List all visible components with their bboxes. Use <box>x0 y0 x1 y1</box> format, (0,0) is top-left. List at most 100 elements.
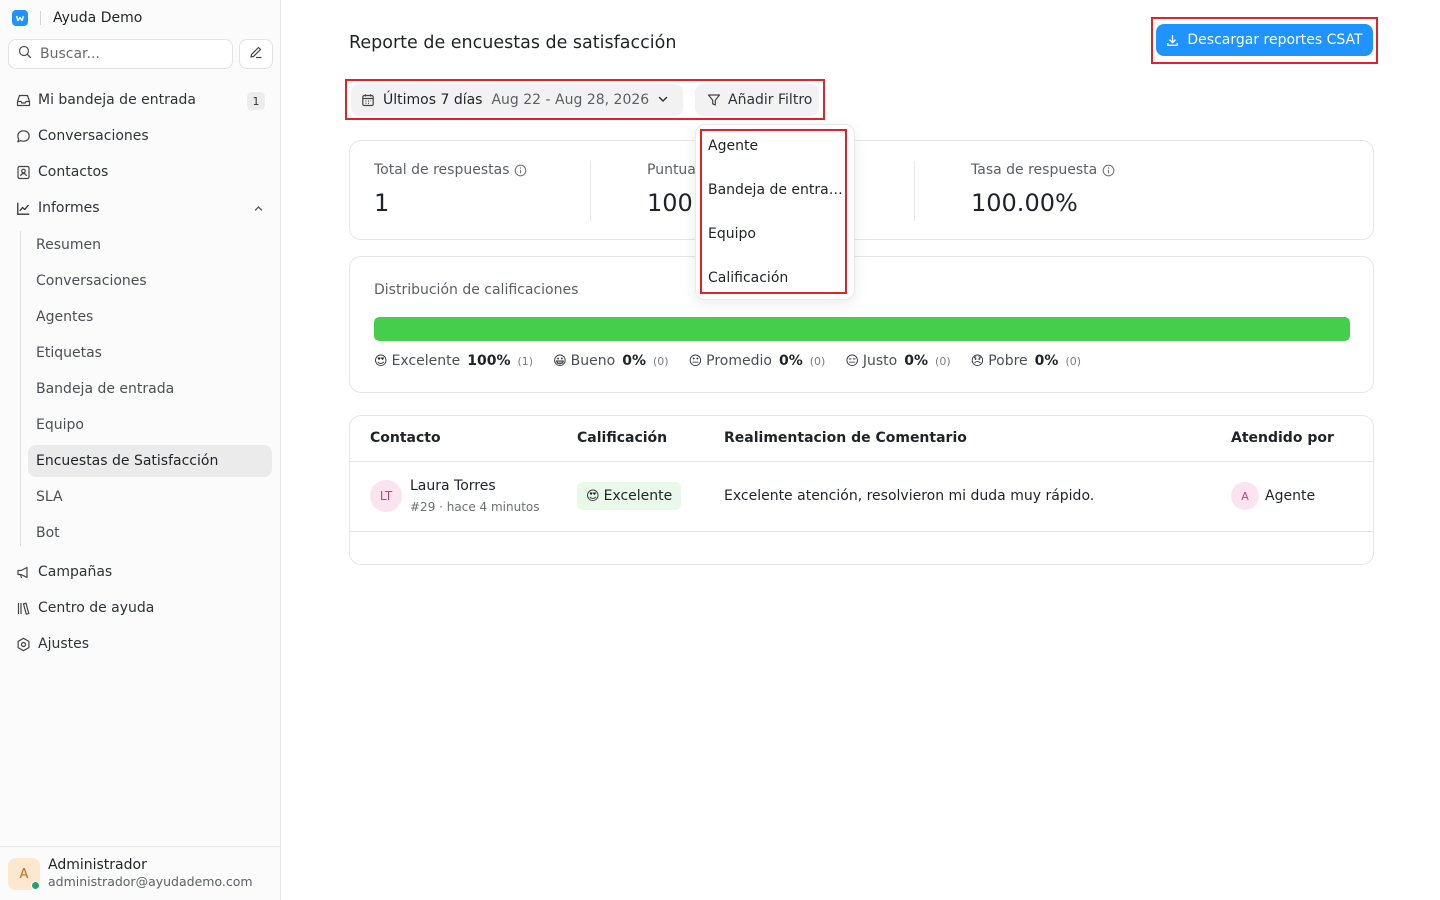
legend-percent: 0% <box>1034 353 1059 369</box>
legend-label: Promedio <box>706 353 772 369</box>
date-range-label: Últimos 7 días <box>383 92 483 108</box>
megaphone-icon <box>15 564 31 580</box>
metrics-card: Total de respuestas 1 Puntuación de sati… <box>349 140 1374 240</box>
legend-percent: 0% <box>778 353 803 369</box>
gear-icon <box>15 636 31 652</box>
brand: Ayuda Demo <box>12 9 142 27</box>
emoji-grin-icon: 😀 <box>553 353 567 369</box>
contact-name[interactable]: Laura Torres <box>410 478 496 494</box>
legend-count: (0) <box>1065 354 1082 368</box>
nav-reports[interactable]: Informes <box>8 192 272 224</box>
compose-button[interactable] <box>239 39 273 69</box>
metric-value: 1 <box>374 189 390 217</box>
edit-icon <box>249 45 263 63</box>
user-name: Administrador <box>48 857 147 873</box>
legend-item-justo: 😑 Justo 0% (0) <box>845 353 950 369</box>
rating-badge: 😍 Excelente <box>577 482 682 510</box>
nav-conversations-label: Conversaciones <box>38 128 149 144</box>
conversation-meta[interactable]: #29 · hace 4 minutos <box>410 500 540 514</box>
distribution-bar-fill <box>374 317 1350 341</box>
info-icon[interactable] <box>514 164 527 177</box>
inbox-count-badge: 1 <box>247 92 265 110</box>
filter-option-agent[interactable]: Agente <box>708 131 844 161</box>
agent-avatar: A <box>1231 482 1259 510</box>
header-divider <box>350 461 1373 462</box>
column-header-contact: Contacto <box>370 430 441 446</box>
emoji-heart-eyes-icon: 😍 <box>374 353 388 369</box>
legend-item-promedio: 😐 Promedio 0% (0) <box>689 353 826 369</box>
distribution-bar <box>374 317 1350 341</box>
responses-table: Contacto Calificación Realimentacion de … <box>349 415 1374 565</box>
emoji-neutral-icon: 😐 <box>688 353 703 369</box>
filter-option-rating[interactable]: Calificación <box>708 263 844 293</box>
chat-bubble-icon <box>15 128 31 144</box>
metric-divider <box>914 161 915 221</box>
download-csat-button[interactable]: Descargar reportes CSAT <box>1156 24 1373 56</box>
nav-inbox[interactable]: Mi bandeja de entrada 1 <box>8 84 272 116</box>
report-item-sla[interactable]: SLA <box>28 481 272 513</box>
nav-inbox-label: Mi bandeja de entrada <box>38 92 196 108</box>
metric-label: Total de respuestas <box>374 162 510 178</box>
column-header-feedback: Realimentacion de Comentario <box>724 430 967 446</box>
nav-campaigns[interactable]: Campañas <box>8 556 272 588</box>
emoji-disappointed-icon: 😞 <box>970 353 985 369</box>
emoji-expressionless-icon: 😑 <box>845 353 859 369</box>
nav-help-center[interactable]: Centro de ayuda <box>8 592 272 624</box>
info-icon[interactable] <box>1102 164 1115 177</box>
date-range-picker[interactable]: Últimos 7 días Aug 22 - Aug 28, 2026 <box>351 84 683 116</box>
report-item-team[interactable]: Equipo <box>28 409 272 441</box>
report-item-summary[interactable]: Resumen <box>28 229 272 261</box>
legend-label: Justo <box>862 353 898 369</box>
add-filter-button[interactable]: Añadir Filtro <box>695 84 819 116</box>
nav-settings-label: Ajustes <box>38 636 90 652</box>
nav-contacts-label: Contactos <box>38 164 109 180</box>
current-user[interactable]: A Administrador administrador@ayudademo.… <box>0 846 280 900</box>
legend-percent: 100% <box>467 353 511 369</box>
chevron-up-icon[interactable] <box>253 202 264 218</box>
brand-divider <box>40 11 41 25</box>
filter-icon <box>707 93 721 107</box>
chart-line-icon <box>15 200 31 216</box>
add-filter-label: Añadir Filtro <box>728 92 813 108</box>
legend-count: (1) <box>517 354 534 368</box>
legend-percent: 0% <box>904 353 929 369</box>
report-item-conversations[interactable]: Conversaciones <box>28 265 272 297</box>
legend-percent: 0% <box>622 353 646 369</box>
report-item-agents[interactable]: Agentes <box>28 301 272 333</box>
online-status-indicator <box>31 881 40 890</box>
nav-campaigns-label: Campañas <box>38 564 113 580</box>
emoji-heart-eyes-icon: 😍 <box>586 488 600 504</box>
report-item-bot[interactable]: Bot <box>28 517 272 549</box>
legend-label: Bueno <box>570 353 616 369</box>
legend-count: (0) <box>809 354 826 368</box>
report-item-csat[interactable]: Encuestas de Satisfacción <box>28 445 272 477</box>
rating-label: Excelente <box>603 488 673 504</box>
nav-conversations[interactable]: Conversaciones <box>8 120 272 152</box>
report-item-labels[interactable]: Etiquetas <box>28 337 272 369</box>
feedback-text: Excelente atención, resolvieron mi duda … <box>724 488 1095 504</box>
filter-dropdown-menu: Agente Bandeja de entrada Equipo Calific… <box>695 124 855 300</box>
legend-label: Excelente <box>391 353 461 369</box>
filter-option-team[interactable]: Equipo <box>708 219 844 249</box>
contact-card-icon <box>15 164 31 180</box>
nav-contacts[interactable]: Contactos <box>8 156 272 188</box>
library-icon <box>15 600 31 616</box>
page-title: Reporte de encuestas de satisfacción <box>349 33 677 53</box>
nav-settings[interactable]: Ajustes <box>8 628 272 660</box>
search-icon <box>18 45 32 63</box>
report-item-inbox[interactable]: Bandeja de entrada <box>28 373 272 405</box>
metric-divider <box>590 161 591 221</box>
search-box[interactable] <box>8 39 233 69</box>
metric-label: Tasa de respuesta <box>971 162 1098 178</box>
contact-avatar: LT <box>370 480 402 512</box>
legend-item-bueno: 😀 Bueno 0% (0) <box>553 353 668 369</box>
legend-label: Pobre <box>988 353 1028 369</box>
search-input[interactable] <box>40 46 210 62</box>
legend-item-pobre: 😞 Pobre 0% (0) <box>971 353 1081 369</box>
filter-option-inbox[interactable]: Bandeja de entrada <box>708 175 844 205</box>
row-divider <box>350 531 1373 532</box>
chevron-down-icon <box>657 93 669 109</box>
account-name[interactable]: Ayuda Demo <box>53 10 142 26</box>
rating-distribution-card: Distribución de calificaciones 😍 Excelen… <box>349 256 1374 393</box>
sidebar: Ayuda Demo Mi bandeja de entrada 1 Conve… <box>0 0 281 900</box>
